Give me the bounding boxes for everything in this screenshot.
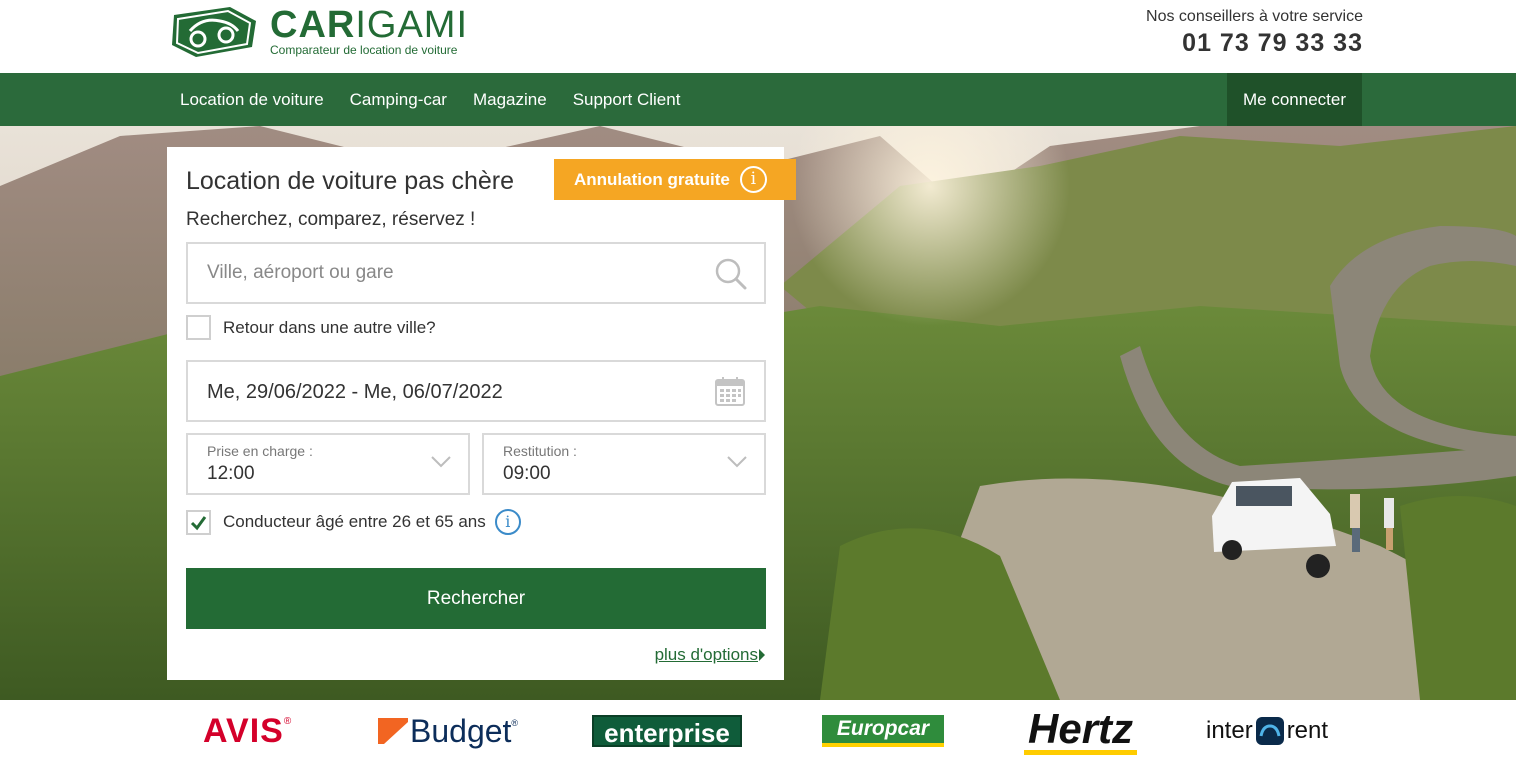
- more-options-link[interactable]: plus d'options: [655, 645, 758, 665]
- main-nav: Location de voiture Camping-car Magazine…: [0, 73, 1516, 126]
- carigami-logo[interactable]: CARIGAMI Comparateur de location de voit…: [168, 3, 468, 61]
- caret-right-icon: [759, 649, 765, 661]
- search-icon: [715, 258, 747, 290]
- nav-item-location-de-voiture[interactable]: Location de voiture: [167, 73, 337, 126]
- europcar-logo: Europcar: [822, 700, 944, 762]
- interrent-logo: inter rent: [1206, 717, 1329, 745]
- return-time-label: Restitution :: [503, 443, 577, 459]
- pickup-time-select[interactable]: Prise en charge : 12:00: [186, 433, 470, 495]
- rental-brands-bar: AVIS ® Budget ® enterprise Europcar Hert…: [0, 700, 1516, 762]
- return-time-select[interactable]: Restitution : 09:00: [482, 433, 766, 495]
- search-card: Location de voiture pas chère Annulation…: [167, 147, 796, 680]
- driver-age-row: Conducteur âgé entre 26 et 65 ans i: [186, 509, 521, 535]
- badge-label: Annulation gratuite: [574, 169, 730, 189]
- pickup-time-label: Prise en charge :: [207, 443, 313, 459]
- site-header: CARIGAMI Comparateur de location de voit…: [0, 0, 1516, 73]
- login-button[interactable]: Me connecter: [1227, 73, 1362, 126]
- budget-logo: Budget ®: [378, 700, 518, 762]
- return-other-city-checkbox[interactable]: [186, 315, 211, 340]
- return-time-value: 09:00: [503, 463, 551, 484]
- pickup-time-value: 12:00: [207, 463, 255, 484]
- search-card-subtitle: Recherchez, comparez, réservez !: [186, 209, 476, 230]
- return-other-city-label: Retour dans une autre ville?: [223, 317, 436, 337]
- info-icon[interactable]: i: [494, 509, 521, 535]
- chevron-down-icon: [727, 456, 747, 468]
- location-input[interactable]: [188, 244, 764, 302]
- info-icon[interactable]: i: [739, 166, 767, 193]
- driver-age-label: Conducteur âgé entre 26 et 65 ans: [223, 512, 486, 531]
- search-card-title: Location de voiture pas chère: [186, 167, 514, 195]
- nav-item-camping-car[interactable]: Camping-car: [337, 73, 460, 126]
- nav-item-magazine[interactable]: Magazine: [460, 73, 560, 126]
- chevron-down-icon: [431, 456, 451, 468]
- contact-block: Nos conseillers à votre service 01 73 79…: [1146, 8, 1363, 58]
- calendar-icon: [715, 377, 745, 406]
- enterprise-logo: enterprise: [592, 700, 742, 762]
- hertz-logo: Hertz: [1024, 700, 1138, 762]
- driver-age-checkbox[interactable]: [186, 509, 211, 535]
- interrent-car-icon: [1255, 717, 1284, 745]
- car-logo-icon: [172, 7, 256, 57]
- logo-tagline: Comparateur de location de voiture: [270, 43, 458, 57]
- location-field: [186, 242, 766, 304]
- date-range-value: Me, 29/06/2022 - Me, 06/07/2022: [207, 381, 503, 403]
- logo-wordmark: CARIGAMI: [270, 4, 469, 46]
- contact-label: Nos conseillers à votre service: [1146, 8, 1363, 25]
- contact-phone[interactable]: 01 73 79 33 33: [1146, 29, 1363, 58]
- nav-item-support-client[interactable]: Support Client: [560, 73, 694, 126]
- avis-logo: AVIS ®: [203, 711, 292, 750]
- date-range-field[interactable]: Me, 29/06/2022 - Me, 06/07/2022: [186, 360, 766, 422]
- budget-mark-icon: [378, 718, 408, 744]
- return-other-city-row: Retour dans une autre ville?: [186, 315, 436, 340]
- search-button[interactable]: Rechercher: [186, 568, 766, 629]
- free-cancellation-badge[interactable]: Annulation gratuite i: [554, 159, 796, 200]
- checkmark-icon: [190, 515, 207, 530]
